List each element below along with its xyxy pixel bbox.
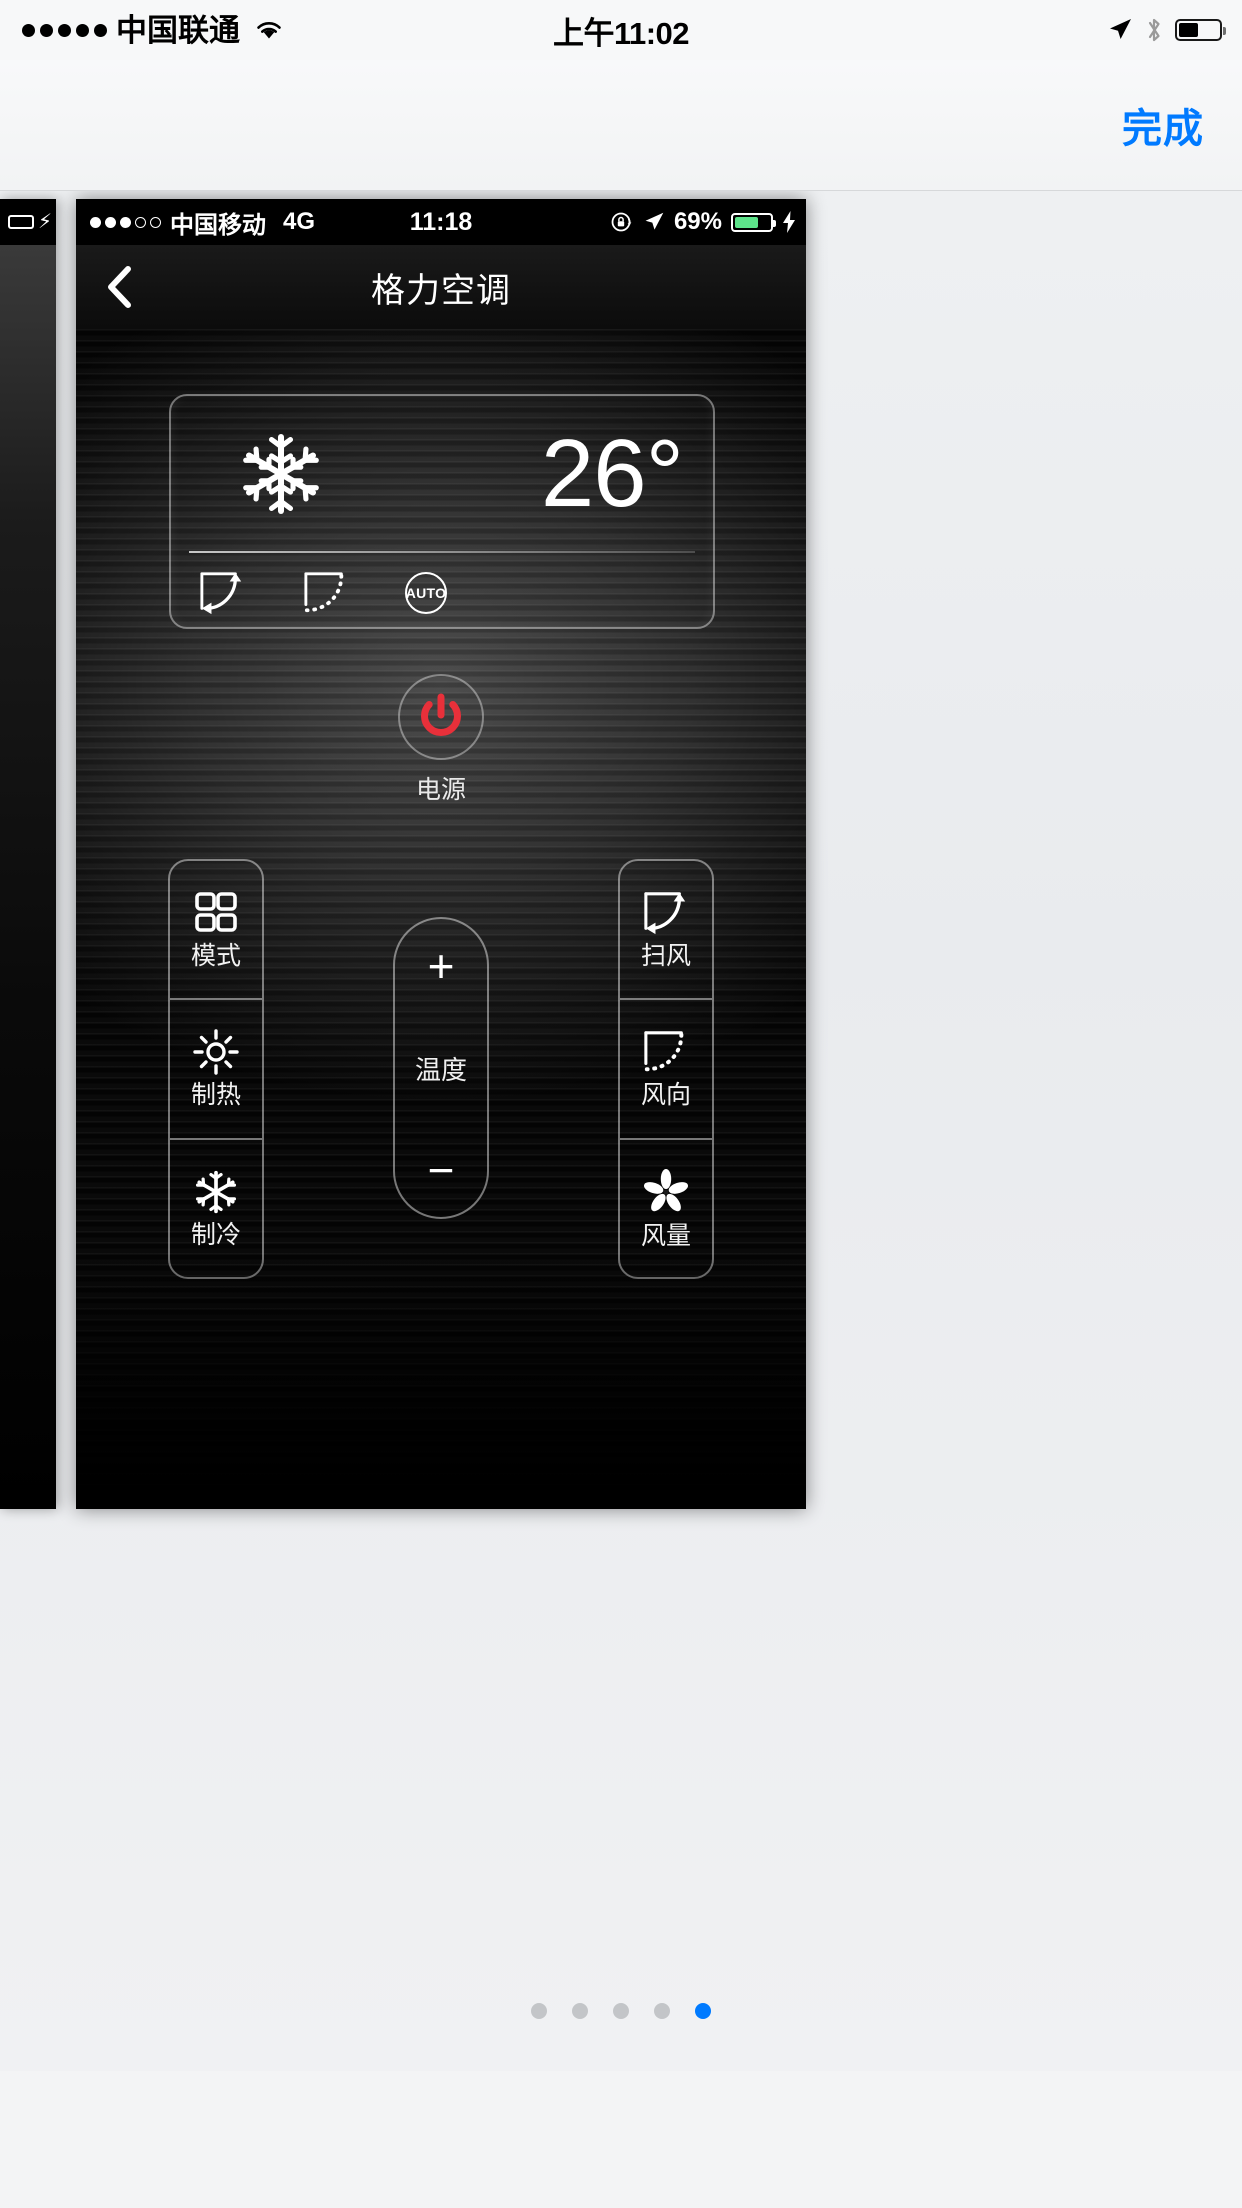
device-nav-bar: 格力空调: [76, 245, 806, 329]
fan-blades-icon: [642, 1168, 690, 1216]
page-dot[interactable]: [572, 2003, 588, 2019]
heat-mode-button[interactable]: 制热: [170, 998, 262, 1137]
display-top-row: 26°: [171, 396, 713, 551]
sun-icon: [193, 1029, 239, 1076]
device-status-right: 69%: [610, 208, 796, 236]
power-button[interactable]: [398, 674, 484, 760]
back-button[interactable]: [102, 264, 136, 310]
power-icon: [421, 693, 461, 736]
page-dot-active[interactable]: [695, 2003, 711, 2019]
temperature-stepper: + 温度 −: [393, 917, 489, 1219]
swing-arrow-icon: [197, 570, 247, 616]
device-status-bar: 中国移动 4G 11:18 69%: [76, 199, 806, 245]
battery-icon: [1175, 19, 1226, 41]
control-row: 模式 制热 制冷 + 温度 − 扫风 风向 风量: [76, 859, 806, 1339]
host-status-right: [1107, 16, 1226, 44]
host-app-shell: 中国联通 上午11:02 完成 ⚡ 中国移动 4G 11:18 69% 格力空调…: [0, 0, 1242, 2208]
done-button[interactable]: 完成: [1122, 96, 1204, 154]
auto-badge-icon: AUTO: [405, 571, 447, 614]
status-display-panel: 26° AUTO: [169, 394, 715, 629]
battery-icon: [731, 212, 776, 232]
cool-mode-label: 制冷: [190, 1220, 241, 1249]
temperature-increase-button[interactable]: +: [428, 943, 455, 989]
page-dot[interactable]: [531, 2003, 547, 2019]
pagination-dots[interactable]: [0, 2003, 1242, 2019]
page-title: 格力空调: [371, 271, 511, 310]
wind-direction-dashed-icon: [301, 570, 351, 616]
lightning-bolt-icon: [782, 211, 796, 233]
heat-mode-label: 制热: [190, 1081, 241, 1110]
location-arrow-icon: [643, 211, 665, 233]
page-dot[interactable]: [613, 2003, 629, 2019]
snowflake-icon: [193, 1169, 239, 1215]
temperature-label: 温度: [414, 1054, 467, 1085]
wind-direction-label: 风向: [640, 1081, 691, 1110]
cool-mode-button[interactable]: 制冷: [170, 1137, 262, 1277]
display-indicator-row: AUTO: [171, 556, 713, 629]
battery-icon: [7, 215, 34, 229]
swing-arrow-icon: [641, 890, 691, 936]
airflow-button-group: 扫风 风向 风量: [618, 859, 714, 1279]
mode-button[interactable]: 模式: [170, 861, 262, 998]
rotation-lock-icon: [610, 210, 634, 234]
card-carousel[interactable]: ⚡ 中国移动 4G 11:18 69% 格力空调 26° AUTO 电源 模式 …: [0, 191, 1242, 2071]
swing-button-label: 扫风: [640, 942, 691, 971]
location-arrow-icon: [1107, 17, 1133, 43]
preview-card-body: [0, 245, 56, 1509]
mode-button-label: 模式: [190, 942, 241, 971]
previous-card-preview[interactable]: ⚡: [0, 199, 56, 1509]
host-status-bar: 中国联通 上午11:02: [0, 0, 1242, 60]
power-label: 电源: [415, 776, 466, 804]
preview-status-bar: ⚡: [0, 199, 56, 245]
fan-speed-button[interactable]: 风量: [620, 1137, 712, 1277]
host-clock: 上午11:02: [552, 15, 690, 51]
swing-button[interactable]: 扫风: [620, 861, 712, 998]
wind-direction-dashed-icon: [641, 1029, 691, 1075]
temperature-decrease-button[interactable]: −: [428, 1147, 455, 1193]
ac-control-body: 26° AUTO 电源 模式 制热 制冷 + 温度 − 扫风 风向 风量: [76, 329, 806, 1509]
bluetooth-icon: [1145, 16, 1163, 44]
battery-percent-label: 69%: [673, 208, 722, 235]
wind-direction-button[interactable]: 风向: [620, 998, 712, 1137]
display-divider: [189, 551, 695, 553]
fan-speed-label: 风量: [640, 1221, 691, 1250]
mode-button-group: 模式 制热 制冷: [168, 859, 264, 1279]
current-temperature-display: 26°: [540, 419, 684, 527]
lightning-bolt-icon: ⚡: [37, 211, 52, 233]
snowflake-icon: [238, 431, 324, 517]
active-device-card[interactable]: 中国移动 4G 11:18 69% 格力空调 26° AUTO 电源 模式 制热…: [76, 199, 806, 1509]
page-dot[interactable]: [654, 2003, 670, 2019]
power-control[interactable]: 电源: [398, 674, 484, 806]
host-toolbar: 完成: [0, 60, 1242, 191]
grid-four-squares-icon: [193, 890, 239, 936]
